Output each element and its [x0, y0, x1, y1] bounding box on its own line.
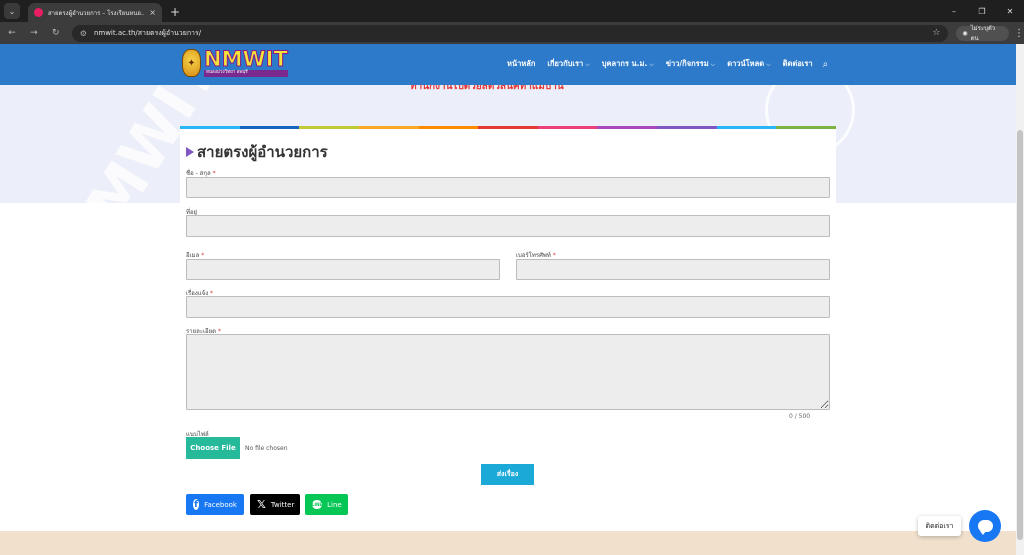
- nav-item-5[interactable]: ติดต่อเรา: [783, 58, 813, 70]
- tab-close-icon[interactable]: ×: [149, 8, 156, 17]
- new-tab-button[interactable]: +: [170, 5, 180, 19]
- complaint-form-card: สายตรงผู้อำนวยการ ชื่อ - สกุล * ที่อยู่ …: [180, 126, 837, 526]
- logo-wordmark: NMWIT: [204, 47, 289, 72]
- stripe-segment: [776, 126, 837, 129]
- tab-favicon-icon: [34, 8, 43, 17]
- incognito-icon: ◉: [962, 29, 968, 37]
- bookmark-star-icon[interactable]: ☆: [932, 28, 940, 38]
- address-field[interactable]: [186, 215, 830, 237]
- stripe-segment: [478, 126, 538, 129]
- chevron-down-icon: ⌵: [649, 61, 654, 68]
- share-line-button[interactable]: LINE Line: [305, 494, 348, 515]
- file-status-text: No file chosen: [245, 445, 288, 452]
- stripe-segment: [180, 126, 240, 129]
- chevron-down-icon: ⌵: [585, 61, 590, 68]
- minimize-button[interactable]: –: [940, 0, 968, 22]
- phone-field[interactable]: [516, 259, 830, 280]
- chat-button[interactable]: [969, 510, 1001, 542]
- window-controls: – ❐ ✕: [940, 0, 1024, 22]
- stripe-segment: [537, 126, 598, 129]
- page-scrollbar-thumb[interactable]: [1017, 130, 1023, 540]
- tab-title: สายตรงผู้อำนวยการ – โรงเรียนหนอ...: [48, 9, 145, 17]
- site-header: ✦ NMWIT หนองม่วงวิทยา ลพบุรี หน้าหลัก เกี…: [0, 44, 1016, 85]
- nav-item-label: เกี่ยวกับเรา: [547, 59, 584, 68]
- nav-item-1[interactable]: เกี่ยวกับเรา ⌵: [547, 58, 589, 70]
- character-counter: 0 / 500: [789, 413, 811, 420]
- submit-button[interactable]: ส่งเรื่อง: [481, 464, 534, 485]
- facebook-icon: f: [193, 499, 200, 510]
- nav-item-label: ดาวน์โหลด: [727, 59, 765, 68]
- reload-button[interactable]: ↻: [46, 28, 66, 38]
- logo-subtitle: หนองม่วงวิทยา ลพบุรี: [204, 70, 288, 77]
- nav-item-4[interactable]: ดาวน์โหลด ⌵: [727, 58, 770, 70]
- stripe-segment: [597, 126, 658, 129]
- share-facebook-button[interactable]: f Facebook: [186, 494, 244, 515]
- share-twitter-button[interactable]: 𝕏 Twitter: [250, 494, 300, 515]
- form-title: สายตรงผู้อำนวยการ: [197, 143, 328, 161]
- site-logo[interactable]: ✦ NMWIT หนองม่วงวิทยา ลพบุรี: [182, 47, 289, 77]
- search-icon[interactable]: ⌕: [823, 59, 829, 70]
- color-stripe: [180, 126, 837, 129]
- back-button[interactable]: ←: [2, 28, 22, 38]
- nav-item-label: หน้าหลัก: [507, 59, 536, 68]
- address-bar[interactable]: ⚙ nmwit.ac.th/สายตรงผู้อำนวยการ/ ☆: [71, 24, 949, 42]
- line-icon: LINE: [312, 500, 323, 509]
- school-seal-icon: ✦: [182, 49, 201, 77]
- stripe-segment: [358, 126, 419, 129]
- stripe-segment: [299, 126, 359, 129]
- site-info-icon[interactable]: ⚙: [80, 29, 87, 38]
- forward-button[interactable]: →: [24, 28, 44, 38]
- nav-item-label: ติดต่อเรา: [782, 59, 813, 68]
- chat-bubble-icon: [977, 520, 993, 535]
- chevron-down-icon: ⌵: [710, 61, 716, 68]
- line-label: Line: [327, 500, 342, 509]
- restore-button[interactable]: ❐: [968, 0, 996, 22]
- tab-search-menu-button[interactable]: ⌄: [4, 3, 20, 19]
- browser-menu-icon[interactable]: ⋮: [1014, 28, 1024, 39]
- profile-label: ไม่ระบุตัวตน: [970, 25, 996, 42]
- browser-tab-strip: ⌄ สายตรงผู้อำนวยการ – โรงเรียนหนอ... × +…: [0, 0, 1024, 22]
- chevron-down-icon: ⌵: [766, 61, 771, 68]
- choose-file-button[interactable]: Choose File: [186, 437, 240, 459]
- main-nav: หน้าหลัก เกี่ยวกับเรา ⌵ บุคลากร น.ม. ⌵ ข่าว/ก…: [507, 58, 828, 70]
- nav-item-label: ข่าว/กิจกรรม: [665, 59, 709, 68]
- name-field[interactable]: [186, 177, 830, 198]
- stripe-segment: [657, 126, 717, 129]
- browser-toolbar: ← → ↻ ⚙ nmwit.ac.th/สายตรงผู้อำนวยการ/ ☆…: [0, 22, 1024, 44]
- nav-item-2[interactable]: บุคลากร น.ม. ⌵: [602, 58, 654, 70]
- subject-field[interactable]: [186, 296, 830, 318]
- x-twitter-icon: 𝕏: [257, 498, 266, 511]
- heading-triangle-icon: [186, 147, 194, 157]
- stripe-segment: [239, 126, 300, 129]
- nav-item-3[interactable]: ข่าว/กิจกรรม ⌵: [666, 58, 715, 70]
- nav-item-0[interactable]: หน้าหลัก: [507, 58, 535, 70]
- active-tab[interactable]: สายตรงผู้อำนวยการ – โรงเรียนหนอ... ×: [28, 3, 162, 22]
- stripe-segment: [716, 126, 777, 129]
- nav-item-label: บุคลากร น.ม.: [601, 59, 648, 68]
- close-window-button[interactable]: ✕: [996, 0, 1024, 22]
- stripe-segment: [418, 126, 479, 129]
- footer-strip: [0, 531, 1016, 555]
- profile-button[interactable]: ◉ ไม่ระบุตัวตน: [956, 25, 1009, 42]
- url-text[interactable]: nmwit.ac.th/สายตรงผู้อำนวยการ/: [94, 28, 925, 39]
- twitter-label: Twitter: [270, 500, 295, 509]
- contact-us-chip[interactable]: ติดต่อเรา: [918, 516, 961, 536]
- details-textarea[interactable]: [186, 334, 830, 410]
- email-field[interactable]: [186, 259, 500, 280]
- facebook-label: Facebook: [204, 500, 237, 509]
- form-heading: สายตรงผู้อำนวยการ: [186, 140, 328, 164]
- banner-text: ทำนักงานไปด้วยสัตว์สินค์ทาแม้บ้าน: [410, 85, 564, 92]
